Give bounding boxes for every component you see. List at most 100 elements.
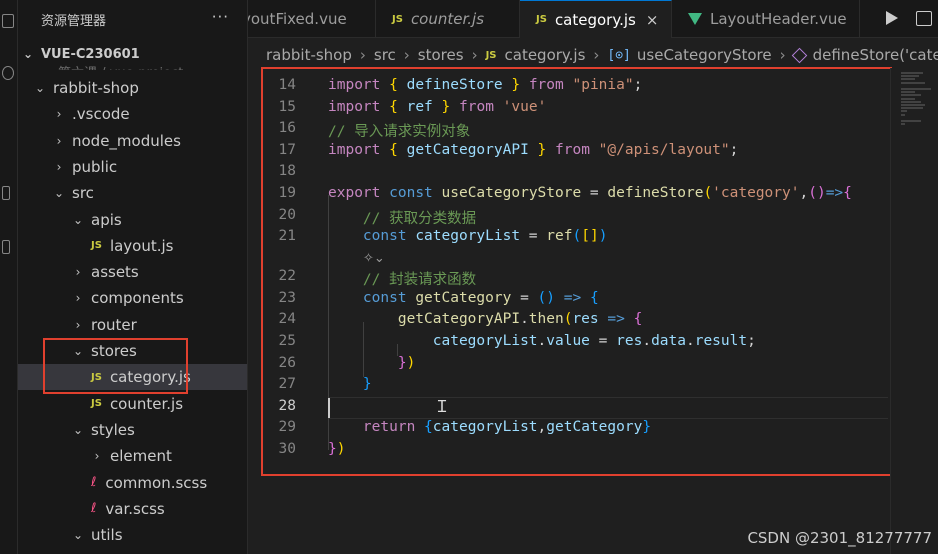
- minimap[interactable]: [890, 68, 938, 554]
- editor-tabs: youtFixed.vue JS counter.js JS category.…: [248, 0, 938, 38]
- chevron-right-icon: ›: [56, 107, 62, 122]
- tab-layoutfixed[interactable]: youtFixed.vue: [248, 0, 376, 38]
- minimap-line: [901, 72, 923, 74]
- chevron-right-icon: ›: [403, 46, 410, 64]
- minimap-line: [901, 91, 915, 94]
- tree-folder[interactable]: ⌄ apis: [18, 207, 247, 233]
- breadcrumb-item[interactable]: rabbit-shop: [266, 46, 352, 64]
- close-icon[interactable]: ×: [646, 11, 659, 29]
- tree-folder[interactable]: ⌄ utils: [18, 522, 247, 548]
- chevron-down-icon: ⌄: [72, 212, 84, 227]
- breadcrumb-item[interactable]: category.js: [505, 46, 586, 64]
- js-file-icon: JS: [91, 398, 102, 410]
- tree-item-label: utils: [91, 526, 123, 545]
- breadcrumb-item[interactable]: src: [374, 46, 396, 64]
- scss-file-icon: ℓ: [91, 475, 97, 490]
- js-file-icon: JS: [536, 14, 547, 25]
- minimap-line: [901, 88, 931, 90]
- chevron-right-icon: ›: [56, 159, 62, 174]
- breadcrumb-item[interactable]: stores: [418, 46, 464, 64]
- tree-item-label: counter.js: [109, 394, 184, 413]
- tree-folder[interactable]: › components: [18, 285, 247, 311]
- tree-item-label: public: [72, 157, 118, 176]
- minimap-line: [901, 78, 915, 81]
- tab-label: category.js: [554, 10, 636, 29]
- tree-folder[interactable]: › .vscode: [18, 101, 247, 127]
- tab-label: youtFixed.vue: [248, 10, 347, 28]
- search-icon[interactable]: [2, 66, 14, 80]
- tree-folder[interactable]: › assets: [18, 259, 247, 285]
- tree-item-label: router: [91, 315, 137, 334]
- tab-label: LayoutHeader.vue: [710, 10, 847, 28]
- chevron-right-icon: ›: [56, 133, 62, 148]
- tree-item-label: assets: [91, 263, 139, 282]
- minimap-line: [901, 75, 919, 78]
- sticky-scroll-path: 第六课 / vue-project: [58, 62, 183, 70]
- chevron-down-icon: ⌄: [22, 47, 34, 61]
- chevron-right-icon: ›: [471, 46, 478, 64]
- variable-icon: [⊙]: [607, 47, 631, 63]
- tree-folder[interactable]: › element: [18, 443, 247, 469]
- minimap-line: [901, 113, 905, 116]
- minimap-line: [901, 100, 921, 103]
- chevron-right-icon: ›: [75, 317, 81, 332]
- tree-item-label: components: [91, 289, 184, 308]
- tree-item-label: var.scss: [105, 499, 165, 518]
- js-file-icon: JS: [392, 13, 403, 25]
- chevron-down-icon: ⌄: [34, 81, 46, 95]
- watermark: CSDN @2301_81277777: [747, 529, 932, 547]
- minimap-line: [901, 81, 925, 84]
- chevron-down-icon: ⌄: [72, 422, 84, 437]
- breadcrumb-item[interactable]: useCategoryStore: [637, 46, 772, 64]
- minimap-line: [901, 94, 921, 97]
- js-file-icon: JS: [485, 49, 497, 61]
- tree-folder[interactable]: ⌄ styles: [18, 417, 247, 443]
- tab-layoutheader[interactable]: LayoutHeader.vue: [672, 0, 860, 38]
- tree-item-label: node_modules: [72, 131, 181, 150]
- tree-folder[interactable]: › router: [18, 312, 247, 338]
- scss-file-icon: ℓ: [91, 501, 97, 517]
- split-editor-icon[interactable]: [916, 11, 932, 26]
- chevron-right-icon: ›: [94, 449, 100, 464]
- minimap-line: [901, 120, 921, 122]
- run-icon[interactable]: [886, 11, 898, 25]
- tab-category[interactable]: JS category.js ×: [520, 0, 672, 38]
- chevron-down-icon: ⌄: [53, 186, 65, 201]
- tree-item-label: layout.js: [109, 236, 174, 255]
- tree-item-label: rabbit-shop: [53, 79, 139, 97]
- chevron-right-icon: ›: [359, 46, 366, 64]
- tab-counter[interactable]: JS counter.js: [376, 0, 520, 38]
- chevron-down-icon: ⌄: [72, 528, 84, 543]
- minimap-line: [901, 104, 925, 106]
- minimap-line: [901, 110, 907, 113]
- project-label: VUE-C230601: [41, 46, 140, 62]
- tree-file[interactable]: JS counter.js: [18, 391, 247, 417]
- chevron-right-icon: ›: [779, 46, 786, 64]
- code-highlight-box: [261, 67, 892, 476]
- tree-folder[interactable]: ⌄ rabbit-shop: [18, 75, 247, 101]
- tree-folder[interactable]: › public: [18, 154, 247, 180]
- tree-file[interactable]: JS layout.js: [18, 233, 247, 259]
- more-actions-icon[interactable]: ···: [212, 8, 229, 26]
- tab-label: counter.js: [410, 10, 485, 28]
- tree-item-label: common.scss: [105, 473, 208, 492]
- chevron-right-icon: ›: [593, 46, 600, 64]
- chevron-right-icon: ›: [75, 265, 81, 280]
- extensions-icon[interactable]: [2, 240, 10, 254]
- run-debug-icon[interactable]: [2, 186, 10, 200]
- activity-bar: [0, 0, 18, 554]
- tree-folder[interactable]: ⌄ src: [18, 180, 247, 206]
- tree-folder[interactable]: › node_modules: [18, 128, 247, 154]
- minimap-line: [901, 97, 915, 100]
- vue-file-icon: [688, 13, 702, 25]
- minimap-line: [901, 107, 923, 110]
- chevron-right-icon: ›: [75, 291, 81, 306]
- tree-item-label: apis: [91, 210, 122, 229]
- explorer-sidebar: 资源管理器 ··· ⌄ VUE-C230601 第六课 / vue-projec…: [18, 0, 248, 554]
- tree-file[interactable]: ℓ var.scss: [18, 496, 247, 522]
- tree-item-label: element: [110, 447, 172, 466]
- breadcrumb-item[interactable]: defineStore('categ: [813, 46, 938, 64]
- minimap-line: [901, 123, 905, 126]
- explorer-icon[interactable]: [2, 14, 14, 28]
- tree-file[interactable]: ℓ common.scss: [18, 470, 247, 496]
